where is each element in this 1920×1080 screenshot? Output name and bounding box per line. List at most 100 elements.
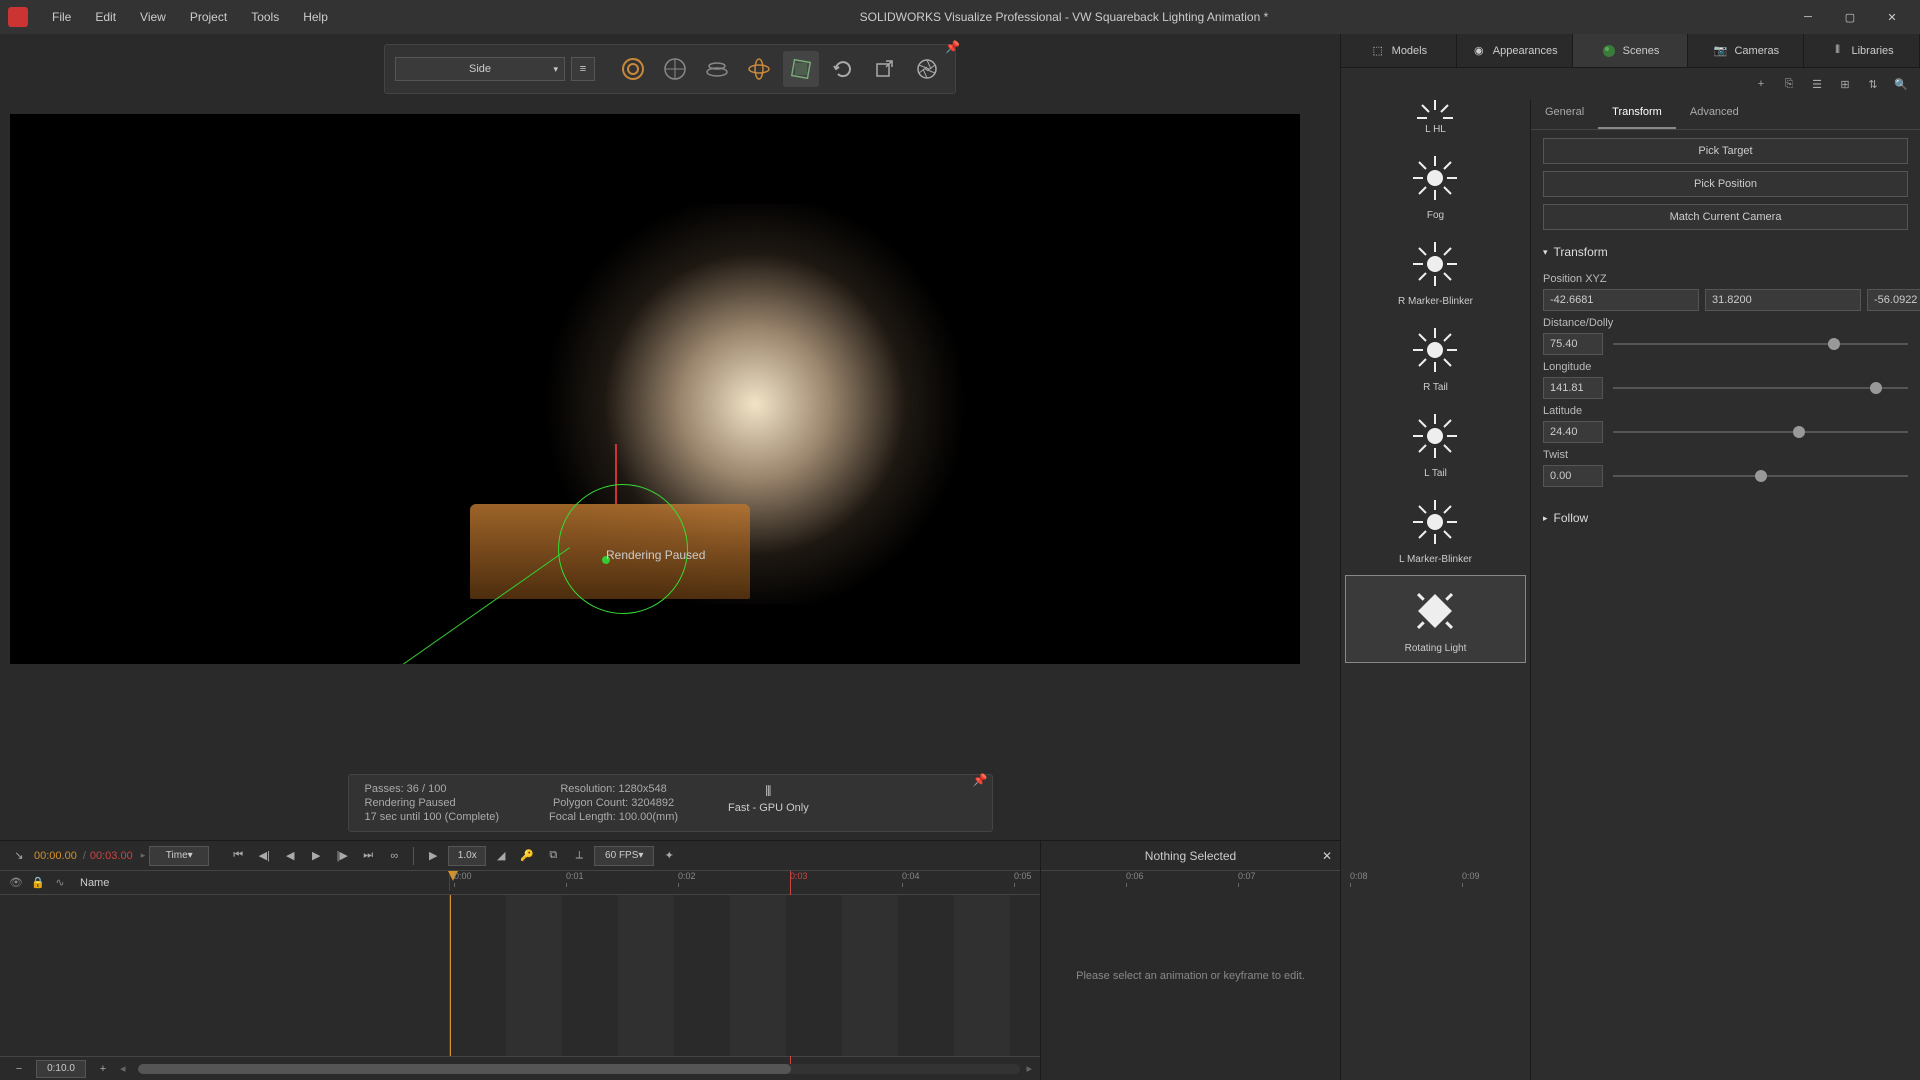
- light-item-ltail[interactable]: L Tail: [1341, 401, 1530, 487]
- cube-icon: ⬚: [1370, 43, 1386, 59]
- twist-input[interactable]: 0.00: [1543, 465, 1603, 487]
- step-back-button[interactable]: ◀|: [253, 845, 275, 867]
- menu-file[interactable]: File: [40, 6, 83, 28]
- transform-section-header[interactable]: Transform: [1543, 237, 1908, 267]
- polycount-label: Polygon Count: 3204892: [549, 797, 678, 809]
- zoom-in-button[interactable]: +: [92, 1058, 114, 1080]
- goto-start-button[interactable]: ⏮: [227, 845, 249, 867]
- light-item-rotating[interactable]: Rotating Light: [1345, 575, 1526, 663]
- twist-label: Twist: [1543, 449, 1908, 461]
- library-icon: ⦀: [1829, 43, 1845, 59]
- eta-label: 17 sec until 100 (Complete): [365, 811, 500, 823]
- timeline-controls: ↘ 00:00.00 / 00:03.00 ▸ Time ▾ ⏮ ◀| ◀ ▶ …: [0, 841, 1040, 871]
- crop-icon[interactable]: ⟂: [568, 845, 590, 867]
- pick-target-button[interactable]: Pick Target: [1543, 138, 1908, 164]
- menu-view[interactable]: View: [128, 6, 178, 28]
- menu-tools[interactable]: Tools: [239, 6, 291, 28]
- match-camera-button[interactable]: Match Current Camera: [1543, 204, 1908, 230]
- tab-models[interactable]: ⬚Models: [1341, 34, 1457, 67]
- light-item-lhl[interactable]: L HL: [1341, 100, 1530, 143]
- play-button[interactable]: ▶: [305, 845, 327, 867]
- tab-scenes[interactable]: Scenes: [1573, 34, 1689, 67]
- refresh-button[interactable]: [825, 51, 861, 87]
- record-button[interactable]: ▶: [422, 845, 444, 867]
- timeline-scrollbar[interactable]: [138, 1064, 1021, 1074]
- visibility-icon[interactable]: 👁: [8, 875, 24, 891]
- step-forward-button[interactable]: |▶: [331, 845, 353, 867]
- pick-position-button[interactable]: Pick Position: [1543, 171, 1908, 197]
- light-item-rtail[interactable]: R Tail: [1341, 315, 1530, 401]
- properties-panel: General Transform Advanced Pick Target P…: [1531, 100, 1920, 1080]
- pin-icon[interactable]: 📌: [945, 40, 960, 54]
- camera-icon: 📷: [1712, 43, 1728, 59]
- menu-help[interactable]: Help: [291, 6, 340, 28]
- aperture-button[interactable]: [909, 51, 945, 87]
- camera-dropdown[interactable]: Side: [395, 57, 565, 81]
- longitude-slider[interactable]: [1613, 387, 1908, 389]
- prop-tab-transform[interactable]: Transform: [1598, 100, 1676, 129]
- timeline-arrow-icon[interactable]: ↘: [8, 845, 30, 867]
- light-item-fog[interactable]: Fog: [1341, 143, 1530, 229]
- position-y-input[interactable]: [1705, 289, 1861, 311]
- volume-icon[interactable]: ◢: [490, 845, 512, 867]
- fps-dropdown[interactable]: 60 FPS ▾: [594, 846, 654, 866]
- latitude-input[interactable]: 24.40: [1543, 421, 1603, 443]
- zoom-out-button[interactable]: −: [8, 1058, 30, 1080]
- sort-button[interactable]: ⇅: [1864, 75, 1882, 93]
- goto-end-button[interactable]: ⏭: [357, 845, 379, 867]
- maximize-button[interactable]: ▢: [1830, 3, 1870, 31]
- play-back-button[interactable]: ◀: [279, 845, 301, 867]
- minimize-button[interactable]: ─: [1788, 3, 1828, 31]
- render-mode-1[interactable]: [615, 51, 651, 87]
- distance-input[interactable]: 75.40: [1543, 333, 1603, 355]
- render-mode-5[interactable]: [783, 51, 819, 87]
- camera-menu-button[interactable]: ≡: [571, 57, 595, 81]
- loop-button[interactable]: ∞: [383, 845, 405, 867]
- link-icon[interactable]: ⧉: [542, 845, 564, 867]
- longitude-input[interactable]: 141.81: [1543, 377, 1603, 399]
- latitude-slider[interactable]: [1613, 431, 1908, 433]
- close-button[interactable]: ✕: [1872, 3, 1912, 31]
- render-mode-3[interactable]: [699, 51, 735, 87]
- tab-appearances[interactable]: ◉Appearances: [1457, 34, 1573, 67]
- distance-slider[interactable]: [1613, 343, 1908, 345]
- render-mode-2[interactable]: [657, 51, 693, 87]
- light-list: L HL Fog R Marker-Blinker R Tail L Tail: [1341, 100, 1531, 1080]
- render-mode-4[interactable]: [741, 51, 777, 87]
- prop-tab-general[interactable]: General: [1531, 100, 1598, 129]
- menu-edit[interactable]: Edit: [83, 6, 128, 28]
- import-button[interactable]: ⎘: [1780, 75, 1798, 93]
- twist-slider[interactable]: [1613, 475, 1908, 477]
- lock-icon[interactable]: 🔒: [30, 875, 46, 891]
- prop-tab-advanced[interactable]: Advanced: [1676, 100, 1753, 129]
- follow-section-header[interactable]: Follow: [1543, 503, 1908, 533]
- total-time: 00:03.00: [90, 850, 133, 862]
- light-item-lmarker[interactable]: L Marker-Blinker: [1341, 487, 1530, 573]
- zoom-input[interactable]: [36, 1060, 86, 1078]
- render-viewport[interactable]: Rendering Paused ↖: [10, 114, 1300, 664]
- app-icon: [8, 7, 28, 27]
- search-button[interactable]: 🔍: [1892, 75, 1910, 93]
- timeline-ruler[interactable]: 0:00 0:01 0:02 0:03 0:04 0:05 0:06 0:07 …: [450, 871, 1040, 894]
- keyframe-panel-header: Nothing Selected ✕: [1041, 841, 1340, 871]
- list-view-button[interactable]: ☰: [1808, 75, 1826, 93]
- timeline-tracks[interactable]: [0, 895, 1040, 1056]
- add-button[interactable]: +: [1752, 75, 1770, 93]
- position-z-input[interactable]: [1867, 289, 1920, 311]
- pin-icon[interactable]: 📌: [973, 773, 988, 787]
- curve-icon[interactable]: ∿: [52, 875, 68, 891]
- key-icon[interactable]: 🔑: [516, 845, 538, 867]
- name-column-header: Name: [80, 877, 109, 889]
- playback-speed[interactable]: 1.0x: [448, 846, 486, 866]
- tab-libraries[interactable]: ⦀Libraries: [1804, 34, 1920, 67]
- keyframe-panel-close[interactable]: ✕: [1322, 849, 1332, 863]
- export-button[interactable]: [867, 51, 903, 87]
- position-x-input[interactable]: [1543, 289, 1699, 311]
- motion-icon[interactable]: ✦: [658, 845, 680, 867]
- time-mode-dropdown[interactable]: Time ▾: [149, 846, 209, 866]
- light-item-rmarker[interactable]: R Marker-Blinker: [1341, 229, 1530, 315]
- grid-view-button[interactable]: ⊞: [1836, 75, 1854, 93]
- tab-cameras[interactable]: 📷Cameras: [1688, 34, 1804, 67]
- position-label: Position XYZ: [1543, 273, 1908, 285]
- menu-project[interactable]: Project: [178, 6, 239, 28]
